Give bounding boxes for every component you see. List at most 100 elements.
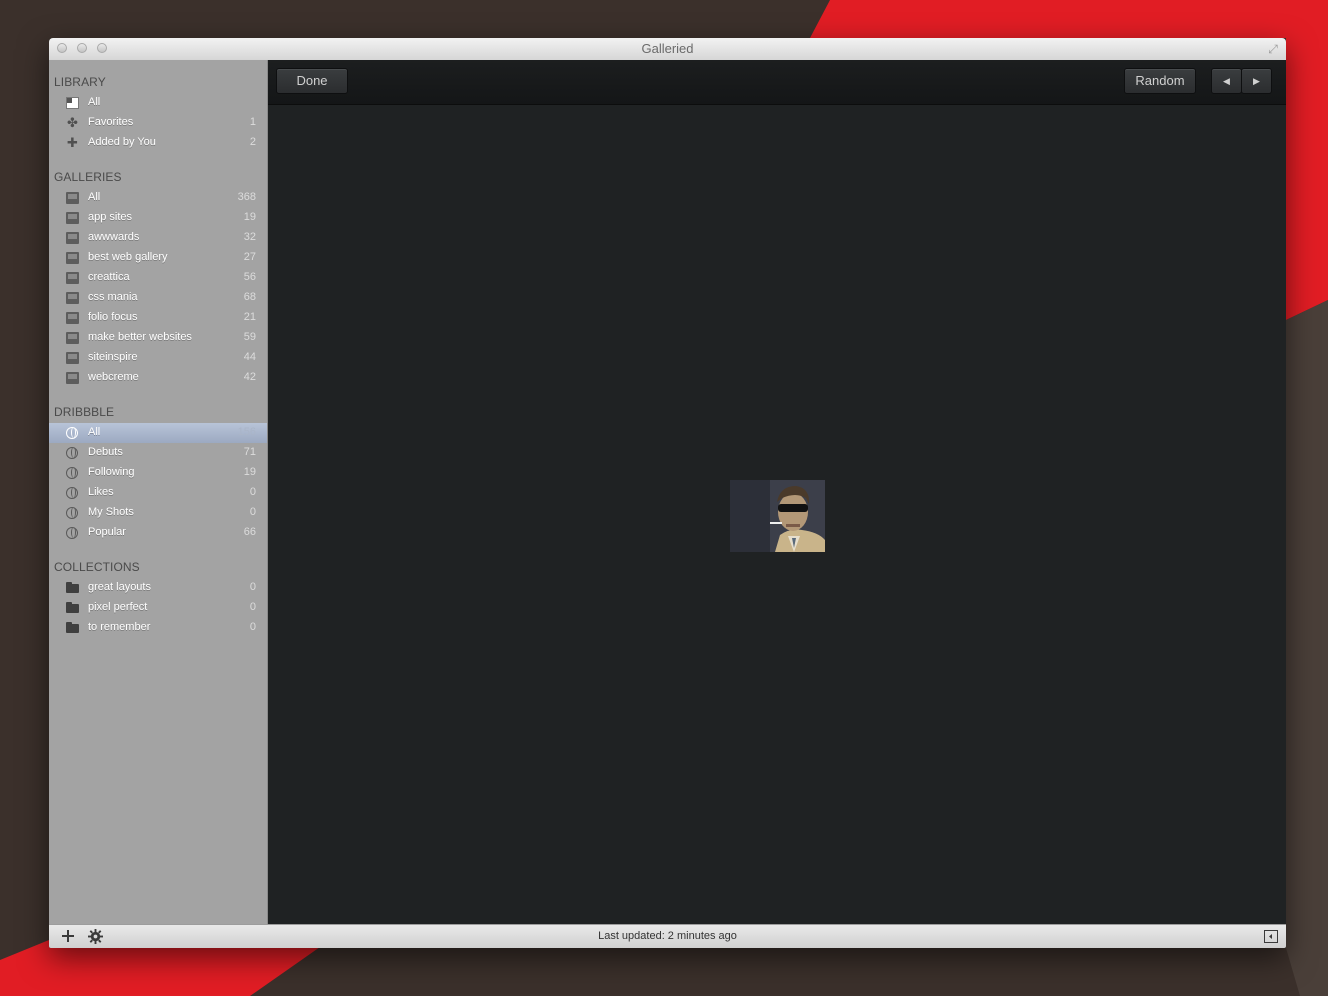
sidebar-item-label: webcreme — [88, 371, 139, 383]
sidebar-item-count: 19 — [243, 466, 256, 478]
sidebar-item-label: app sites — [88, 211, 133, 223]
sidebar-item-label: css mania — [88, 291, 138, 303]
sidebar-item-count: 0 — [249, 506, 256, 518]
sidebar-item-make-better-websites[interactable]: make better websites 59 — [49, 328, 267, 348]
app-window: Galleried ⤢ LIBRARY All ✤ Favorites 1 ✚ … — [49, 38, 1286, 948]
section-heading-dribbble: DRIBBBLE — [54, 405, 115, 419]
sidebar-item-count: 21 — [243, 311, 256, 323]
puzzle-icon: ✤ — [67, 115, 78, 130]
sidebar-item-count: 156 — [237, 426, 256, 438]
sidebar-item-count: 0 — [249, 581, 256, 593]
fullscreen-icon[interactable]: ⤢ — [1266, 42, 1280, 56]
sidebar-item-label: Likes — [88, 486, 114, 498]
next-arrow-icon[interactable]: ▶ — [1241, 68, 1272, 94]
sidebar-item-to-remember[interactable]: to remember 0 — [49, 618, 267, 638]
monitor-icon — [66, 312, 79, 324]
sidebar-item-count: 56 — [243, 271, 256, 283]
sidebar-item-count: 368 — [237, 191, 256, 203]
sidebar-item-dribbble-all[interactable]: All 156 — [49, 423, 267, 443]
monitor-icon — [66, 192, 79, 204]
sidebar-item-label: Added by You — [88, 136, 156, 148]
sidebar-item-count: 32 — [243, 231, 256, 243]
sidebar-item-label: awwwards — [88, 231, 140, 243]
sidebar-item-debuts[interactable]: Debuts 71 — [49, 443, 267, 463]
gallery-content — [268, 105, 1286, 924]
sidebar-item-label: siteinspire — [88, 351, 138, 363]
monitor-icon — [66, 352, 79, 364]
sidebar-item-label: All — [88, 191, 101, 203]
dribbble-ball-icon — [66, 487, 78, 499]
sidebar-item-popular[interactable]: Popular 66 — [49, 523, 267, 543]
status-bar: Last updated: 2 minutes ago — [49, 924, 1286, 948]
sidebar-item-best-web-gallery[interactable]: best web gallery 27 — [49, 248, 267, 268]
monitor-icon — [66, 252, 79, 264]
sidebar-item-folio-focus[interactable]: folio focus 21 — [49, 308, 267, 328]
sidebar-item-count: 0 — [249, 486, 256, 498]
sidebar-item-count: 27 — [243, 251, 256, 263]
section-heading-galleries: GALLERIES — [54, 170, 122, 184]
monitor-icon — [66, 232, 79, 244]
sidebar-item-label: My Shots — [88, 506, 134, 518]
sidebar-item-likes[interactable]: Likes 0 — [49, 483, 267, 503]
sidebar-item-label: Popular — [88, 526, 126, 538]
title-bar: Galleried ⤢ — [49, 38, 1286, 61]
sidebar-item-count: 2 — [249, 136, 256, 148]
folder-icon — [66, 582, 79, 593]
done-button[interactable]: Done — [276, 68, 348, 94]
sidebar-item-siteinspire[interactable]: siteinspire 44 — [49, 348, 267, 368]
monitor-icon — [66, 212, 79, 224]
folder-icon — [66, 622, 79, 633]
dribbble-ball-icon — [66, 507, 78, 519]
sidebar-item-count: 0 — [249, 601, 256, 613]
sidebar-item-added-by-you[interactable]: ✚ Added by You 2 — [49, 133, 267, 153]
sidebar-item-following[interactable]: Following 19 — [49, 463, 267, 483]
sidebar-item-count: 59 — [243, 331, 256, 343]
sidebar-item-pixel-perfect[interactable]: pixel perfect 0 — [49, 598, 267, 618]
sidebar-item-count: 44 — [243, 351, 256, 363]
sidebar-item-count: 0 — [249, 621, 256, 633]
sidebar-item-count: 42 — [243, 371, 256, 383]
random-button[interactable]: Random — [1124, 68, 1196, 94]
section-heading-collections: COLLECTIONS — [54, 560, 140, 574]
sidebar-item-count: 68 — [243, 291, 256, 303]
previous-arrow-icon[interactable]: ◀ — [1211, 68, 1242, 94]
section-heading-library: LIBRARY — [54, 75, 106, 89]
sidebar-item-my-shots[interactable]: My Shots 0 — [49, 503, 267, 523]
sidebar-item-label: Favorites — [88, 116, 134, 128]
sidebar-item-label: Debuts — [88, 446, 123, 458]
sidebar-item-label: best web gallery — [88, 251, 168, 263]
sidebar-item-galleries-all[interactable]: All 368 — [49, 188, 267, 208]
sidebar-item-label: pixel perfect — [88, 601, 148, 613]
shot-thumbnail[interactable] — [730, 480, 825, 552]
toggle-panel-icon[interactable] — [1264, 930, 1278, 943]
sidebar-item-favorites[interactable]: ✤ Favorites 1 — [49, 113, 267, 133]
sidebar-item-webcreme[interactable]: webcreme 42 — [49, 368, 267, 388]
sidebar-item-label: Following — [88, 466, 135, 478]
library-all-icon — [66, 97, 79, 109]
sidebar-item-css-mania[interactable]: css mania 68 — [49, 288, 267, 308]
shot-thumbnail-image — [730, 480, 825, 552]
dribbble-ball-icon — [66, 427, 78, 439]
sidebar-item-label: folio focus — [88, 311, 138, 323]
sidebar-item-awwwards[interactable]: awwwards 32 — [49, 228, 267, 248]
toolbar: Done Random ◀ ▶ — [268, 60, 1286, 105]
window-title: Galleried — [641, 41, 694, 56]
dribbble-ball-icon — [66, 447, 78, 459]
sidebar: LIBRARY All ✤ Favorites 1 ✚ Added by You… — [49, 60, 268, 924]
sidebar-item-count: 1 — [249, 116, 256, 128]
folder-icon — [66, 602, 79, 613]
sidebar-item-library-all[interactable]: All — [49, 93, 267, 113]
sidebar-item-app-sites[interactable]: app sites 19 — [49, 208, 267, 228]
sidebar-item-label: All — [88, 426, 101, 438]
monitor-icon — [66, 332, 79, 344]
sidebar-item-label: to remember — [88, 621, 151, 633]
sidebar-item-count: 19 — [243, 211, 256, 223]
sidebar-item-label: great layouts — [88, 581, 151, 593]
sidebar-item-count: 66 — [243, 526, 256, 538]
sidebar-item-creattica[interactable]: creattica 56 — [49, 268, 267, 288]
sidebar-item-label: make better websites — [88, 331, 192, 343]
monitor-icon — [66, 372, 79, 384]
sidebar-item-great-layouts[interactable]: great layouts 0 — [49, 578, 267, 598]
dribbble-ball-icon — [66, 527, 78, 539]
sidebar-item-label: All — [88, 96, 101, 108]
